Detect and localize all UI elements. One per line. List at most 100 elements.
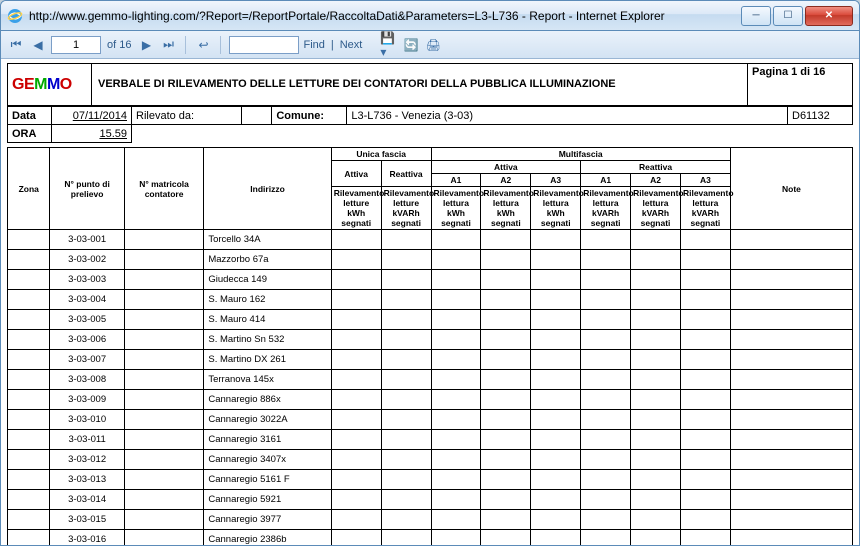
cell	[581, 490, 631, 510]
cell	[431, 350, 481, 370]
cell	[631, 370, 681, 390]
col-multifascia: Multifascia	[431, 148, 730, 161]
table-row: 3-03-016Cannaregio 2386b	[8, 530, 853, 546]
cell	[331, 330, 381, 350]
cell-indirizzo: S. Martino DX 261	[204, 350, 331, 370]
cell	[481, 530, 531, 546]
cell	[331, 490, 381, 510]
next-page-button[interactable]: ▶	[137, 36, 155, 54]
subcol: Rilevamento lettura kVARh segnati	[581, 187, 631, 230]
cell	[331, 530, 381, 546]
cell-indirizzo: Cannaregio 5161 F	[204, 470, 331, 490]
cell	[531, 230, 581, 250]
cell-matricola	[124, 270, 204, 290]
report-header: GEMMO VERBALE DI RILEVAMENTO DELLE LETTU…	[7, 63, 853, 106]
cell	[581, 330, 631, 350]
separator	[220, 36, 221, 54]
cell	[631, 310, 681, 330]
refresh-button[interactable]: 🔄	[402, 36, 420, 54]
cell-note	[730, 330, 852, 350]
export-button[interactable]: 💾▾	[380, 36, 398, 54]
cell	[481, 330, 531, 350]
cell	[481, 230, 531, 250]
close-button[interactable]: ✕	[805, 6, 853, 26]
subcol: Rilevamento lettura kWh segnati	[431, 187, 481, 230]
cell-note	[730, 350, 852, 370]
table-row: 3-03-009Cannaregio 886x	[8, 390, 853, 410]
cell	[680, 530, 730, 546]
parent-report-button[interactable]: ↩	[194, 36, 212, 54]
print-button[interactable]: 🖨	[424, 36, 442, 54]
cell-punto: 3-03-004	[50, 290, 124, 310]
cell-matricola	[124, 250, 204, 270]
find-button[interactable]: Find	[303, 39, 324, 51]
cell-punto: 3-03-005	[50, 310, 124, 330]
ora-label: ORA	[8, 125, 52, 143]
cell	[631, 230, 681, 250]
cell	[431, 330, 481, 350]
cell	[631, 330, 681, 350]
cell	[680, 490, 730, 510]
cell	[531, 370, 581, 390]
cell	[381, 290, 431, 310]
subcol: Rilevamento lettura kWh segnati	[531, 187, 581, 230]
comune-value: L3-L736 - Venezia (3-03)	[347, 107, 788, 125]
grid-header: Zona N° punto di prelievo N° matricola c…	[8, 148, 853, 230]
report-title: VERBALE DI RILEVAMENTO DELLE LETTURE DEI…	[92, 64, 748, 106]
cell	[631, 270, 681, 290]
cell	[631, 290, 681, 310]
cell-indirizzo: Cannaregio 3161	[204, 430, 331, 450]
cell-indirizzo: S. Mauro 414	[204, 310, 331, 330]
table-row: 3-03-013Cannaregio 5161 F	[8, 470, 853, 490]
cell	[331, 350, 381, 370]
cell	[381, 250, 431, 270]
cell	[431, 450, 481, 470]
cell-zona	[8, 510, 50, 530]
cell	[581, 510, 631, 530]
minimize-button[interactable]: ─	[741, 6, 771, 26]
col-punto: N° punto di prelievo	[50, 148, 124, 230]
ora-value: 15.59	[52, 125, 132, 143]
separator	[185, 36, 186, 54]
cell-matricola	[124, 450, 204, 470]
rilevato-value	[242, 107, 272, 125]
cell	[481, 370, 531, 390]
report-viewport[interactable]: GEMMO VERBALE DI RILEVAMENTO DELLE LETTU…	[1, 59, 859, 545]
cell	[431, 430, 481, 450]
cell	[331, 450, 381, 470]
cell-indirizzo: Cannaregio 3407x	[204, 450, 331, 470]
cell-note	[730, 530, 852, 546]
subcol: Rilevamento letture kWh segnati	[331, 187, 381, 230]
table-row: 3-03-010Cannaregio 3022A	[8, 410, 853, 430]
ie-icon	[7, 8, 23, 24]
find-next-button[interactable]: Next	[340, 39, 363, 51]
cell-note	[730, 370, 852, 390]
cell	[680, 510, 730, 530]
cell-indirizzo: Cannaregio 3977	[204, 510, 331, 530]
cell-matricola	[124, 410, 204, 430]
prev-page-button[interactable]: ◀	[29, 36, 47, 54]
last-page-button[interactable]: ⏭	[159, 36, 177, 54]
cell-indirizzo: Terranova 145x	[204, 370, 331, 390]
cell	[531, 310, 581, 330]
find-input[interactable]	[229, 36, 299, 54]
window-buttons: ─ ☐ ✕	[741, 6, 853, 26]
cell-zona	[8, 250, 50, 270]
cell	[381, 450, 431, 470]
cell	[531, 430, 581, 450]
cell	[631, 250, 681, 270]
first-page-button[interactable]: ⏮	[7, 36, 25, 54]
page-number-input[interactable]	[51, 36, 101, 54]
maximize-button[interactable]: ☐	[773, 6, 803, 26]
cell-zona	[8, 370, 50, 390]
cell	[481, 270, 531, 290]
cell	[481, 350, 531, 370]
cell	[481, 250, 531, 270]
table-row: 3-03-002Mazzorbo 67a	[8, 250, 853, 270]
cell	[680, 450, 730, 470]
cell	[481, 410, 531, 430]
cell	[481, 310, 531, 330]
cell	[631, 450, 681, 470]
cell	[631, 510, 681, 530]
cell	[531, 290, 581, 310]
